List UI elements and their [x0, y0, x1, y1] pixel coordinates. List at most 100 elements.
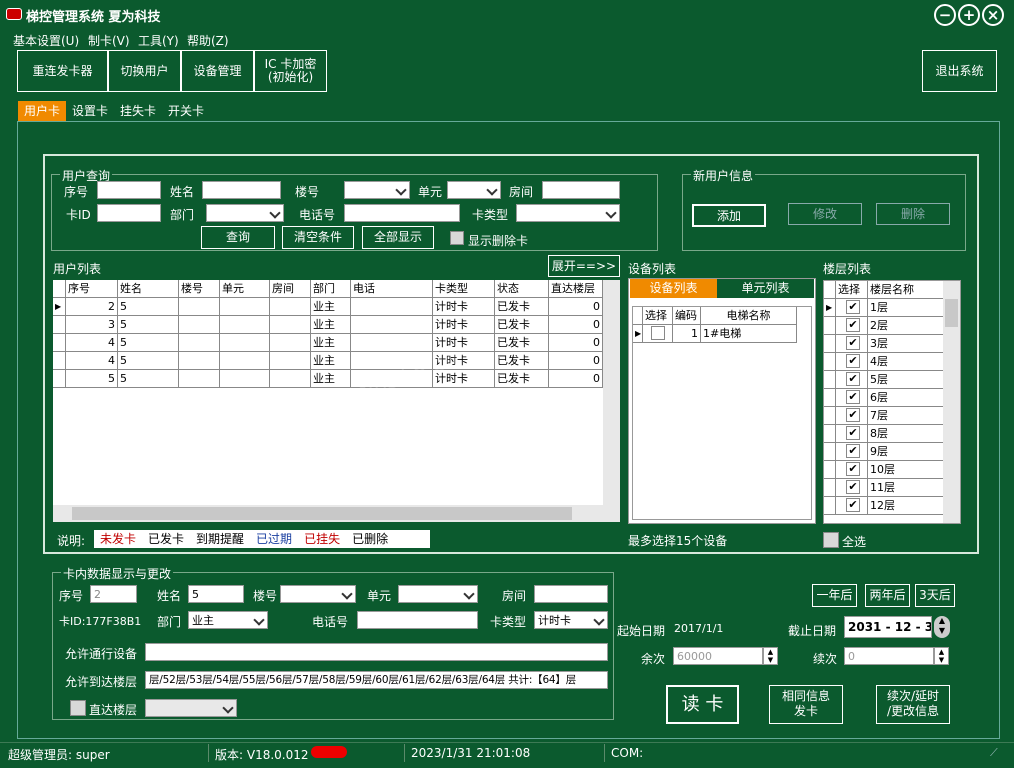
user-cell[interactable]: 已发卡 — [495, 352, 549, 370]
user-cell[interactable]: 已发卡 — [495, 298, 549, 316]
user-cell[interactable]: 计时卡 — [433, 298, 495, 316]
floor-checkbox[interactable]: ✔ — [836, 353, 868, 371]
three-days-later-button[interactable]: 3天后 — [915, 584, 955, 607]
tab-device-list[interactable]: 设备列表 — [630, 279, 717, 298]
user-cell[interactable]: 业主 — [311, 298, 351, 316]
floor-table[interactable]: 选择 楼层名称 ▶ ✔ 1层 ✔ 2层 ✔ 3层 ✔ 4层 ✔ 5层 ✔ 6层 ✔ 7层 ✔ 8层 ✔ 9层 ✔ 10层 ✔ 1… — [823, 280, 961, 524]
user-cell[interactable]: 已发卡 — [495, 316, 549, 334]
user-cell[interactable] — [179, 370, 220, 388]
query-phone-input[interactable] — [344, 204, 460, 222]
user-cell[interactable] — [220, 334, 270, 352]
card-phone-input[interactable] — [357, 611, 478, 629]
direct-floor-checkbox[interactable] — [70, 700, 86, 716]
user-cell[interactable] — [220, 316, 270, 334]
user-cell[interactable]: 业主 — [311, 334, 351, 352]
show-deleted-checkbox[interactable] — [450, 231, 464, 245]
user-cell[interactable]: 已发卡 — [495, 334, 549, 352]
floor-checkbox[interactable]: ✔ — [836, 479, 868, 497]
menu-tools[interactable]: 工具(Y) — [138, 32, 179, 49]
clear-conditions-button[interactable]: 清空条件 — [282, 226, 354, 249]
query-dept-select[interactable] — [206, 204, 284, 222]
floor-checkbox[interactable]: ✔ — [836, 371, 868, 389]
user-cell[interactable]: 业主 — [311, 352, 351, 370]
user-cell[interactable]: 5 — [118, 316, 179, 334]
user-cell[interactable]: 0 — [549, 352, 603, 370]
tab-lost-card[interactable]: 挂失卡 — [114, 101, 162, 121]
floor-list-vscrollbar[interactable] — [943, 281, 960, 523]
tab-user-card[interactable]: 用户卡 — [18, 101, 67, 121]
user-cell[interactable]: 0 — [549, 334, 603, 352]
user-cell[interactable] — [179, 316, 220, 334]
remaining-spinner-icon[interactable]: ▲ ▼ — [763, 647, 778, 665]
user-cell[interactable] — [179, 334, 220, 352]
query-button[interactable]: 查询 — [201, 226, 275, 249]
user-cell[interactable]: 5 — [118, 334, 179, 352]
modify-button[interactable]: 修改 — [788, 203, 862, 225]
user-list-vscrollbar[interactable] — [603, 280, 620, 505]
menu-help[interactable]: 帮助(Z) — [187, 32, 229, 49]
allowed-devices-input[interactable] — [145, 643, 608, 661]
exit-system-button[interactable]: 退出系统 — [922, 50, 997, 92]
floor-checkbox[interactable]: ✔ — [836, 425, 868, 443]
floor-checkbox[interactable]: ✔ — [836, 335, 868, 353]
switch-user-button[interactable]: 切换用户 — [108, 50, 181, 92]
user-cell[interactable]: 4 — [66, 352, 118, 370]
user-cell[interactable] — [351, 370, 433, 388]
add-button[interactable]: 添加 — [692, 204, 766, 227]
user-list-hscrollbar[interactable] — [53, 505, 620, 522]
user-list-table[interactable]: 序号 姓名 楼号 单元 房间 部门 电话 卡类型 状态 直达楼层 ▶ 2 5 业主 计时卡 已发卡 0 3 5 业主计… — [53, 280, 620, 522]
user-cell[interactable]: 业主 — [311, 370, 351, 388]
floor-checkbox[interactable]: ✔ — [836, 299, 868, 317]
user-cell[interactable]: 计时卡 — [433, 316, 495, 334]
query-room-input[interactable] — [542, 181, 620, 199]
device-table[interactable]: 选择 编码 电梯名称 ▶ 1 1#电梯 — [632, 306, 812, 520]
end-date-spinner-icon[interactable]: ▲ ▼ — [934, 616, 950, 638]
reconnect-reader-button[interactable]: 重连发卡器 — [17, 50, 108, 92]
user-cell[interactable] — [270, 370, 311, 388]
query-seq-input[interactable] — [97, 181, 161, 199]
user-cell[interactable] — [270, 316, 311, 334]
device-row-checkbox[interactable] — [643, 325, 673, 343]
user-cell[interactable]: 计时卡 — [433, 334, 495, 352]
card-unit-select[interactable] — [398, 585, 478, 603]
query-building-select[interactable] — [344, 181, 410, 199]
renew-count-input[interactable]: 0 — [844, 647, 934, 665]
direct-floor-select[interactable] — [145, 699, 237, 717]
user-cell[interactable] — [351, 316, 433, 334]
allowed-floors-input[interactable]: 层/52层/53层/54层/55层/56层/57层/58层/59层/60层/61… — [145, 671, 608, 689]
floor-checkbox[interactable]: ✔ — [836, 389, 868, 407]
user-cell[interactable] — [351, 334, 433, 352]
menu-basic-settings[interactable]: 基本设置(U) — [13, 32, 79, 49]
card-seq-input[interactable]: 2 — [90, 585, 137, 603]
select-all-floors-checkbox[interactable] — [823, 532, 839, 548]
maximize-button[interactable]: + — [958, 4, 980, 26]
user-cell[interactable]: 已发卡 — [495, 370, 549, 388]
user-cell[interactable]: 5 — [66, 370, 118, 388]
user-cell[interactable] — [270, 352, 311, 370]
user-cell[interactable] — [351, 298, 433, 316]
user-cell[interactable] — [351, 352, 433, 370]
floor-checkbox[interactable]: ✔ — [836, 443, 868, 461]
user-cell[interactable]: 5 — [118, 352, 179, 370]
card-building-select[interactable] — [280, 585, 356, 603]
remaining-count-input[interactable]: 60000 — [673, 647, 763, 665]
read-card-button[interactable]: 读 卡 — [666, 685, 739, 724]
user-cell[interactable]: 计时卡 — [433, 370, 495, 388]
expand-button[interactable]: 展开==>> — [548, 255, 620, 277]
tab-setting-card[interactable]: 设置卡 — [66, 101, 114, 121]
user-cell[interactable]: 3 — [66, 316, 118, 334]
user-cell[interactable]: 0 — [549, 370, 603, 388]
user-cell[interactable] — [270, 334, 311, 352]
tab-unit-list[interactable]: 单元列表 — [717, 279, 814, 298]
user-cell[interactable]: 计时卡 — [433, 352, 495, 370]
floor-checkbox[interactable]: ✔ — [836, 461, 868, 479]
floor-checkbox[interactable]: ✔ — [836, 317, 868, 335]
minimize-button[interactable]: − — [934, 4, 956, 26]
user-cell[interactable] — [270, 298, 311, 316]
user-cell[interactable] — [179, 298, 220, 316]
card-dept-select[interactable]: 业主 — [188, 611, 268, 629]
user-cell[interactable] — [220, 370, 270, 388]
card-name-input[interactable]: 5 — [188, 585, 244, 603]
menu-make-card[interactable]: 制卡(V) — [88, 32, 130, 49]
one-year-later-button[interactable]: 一年后 — [812, 584, 857, 607]
